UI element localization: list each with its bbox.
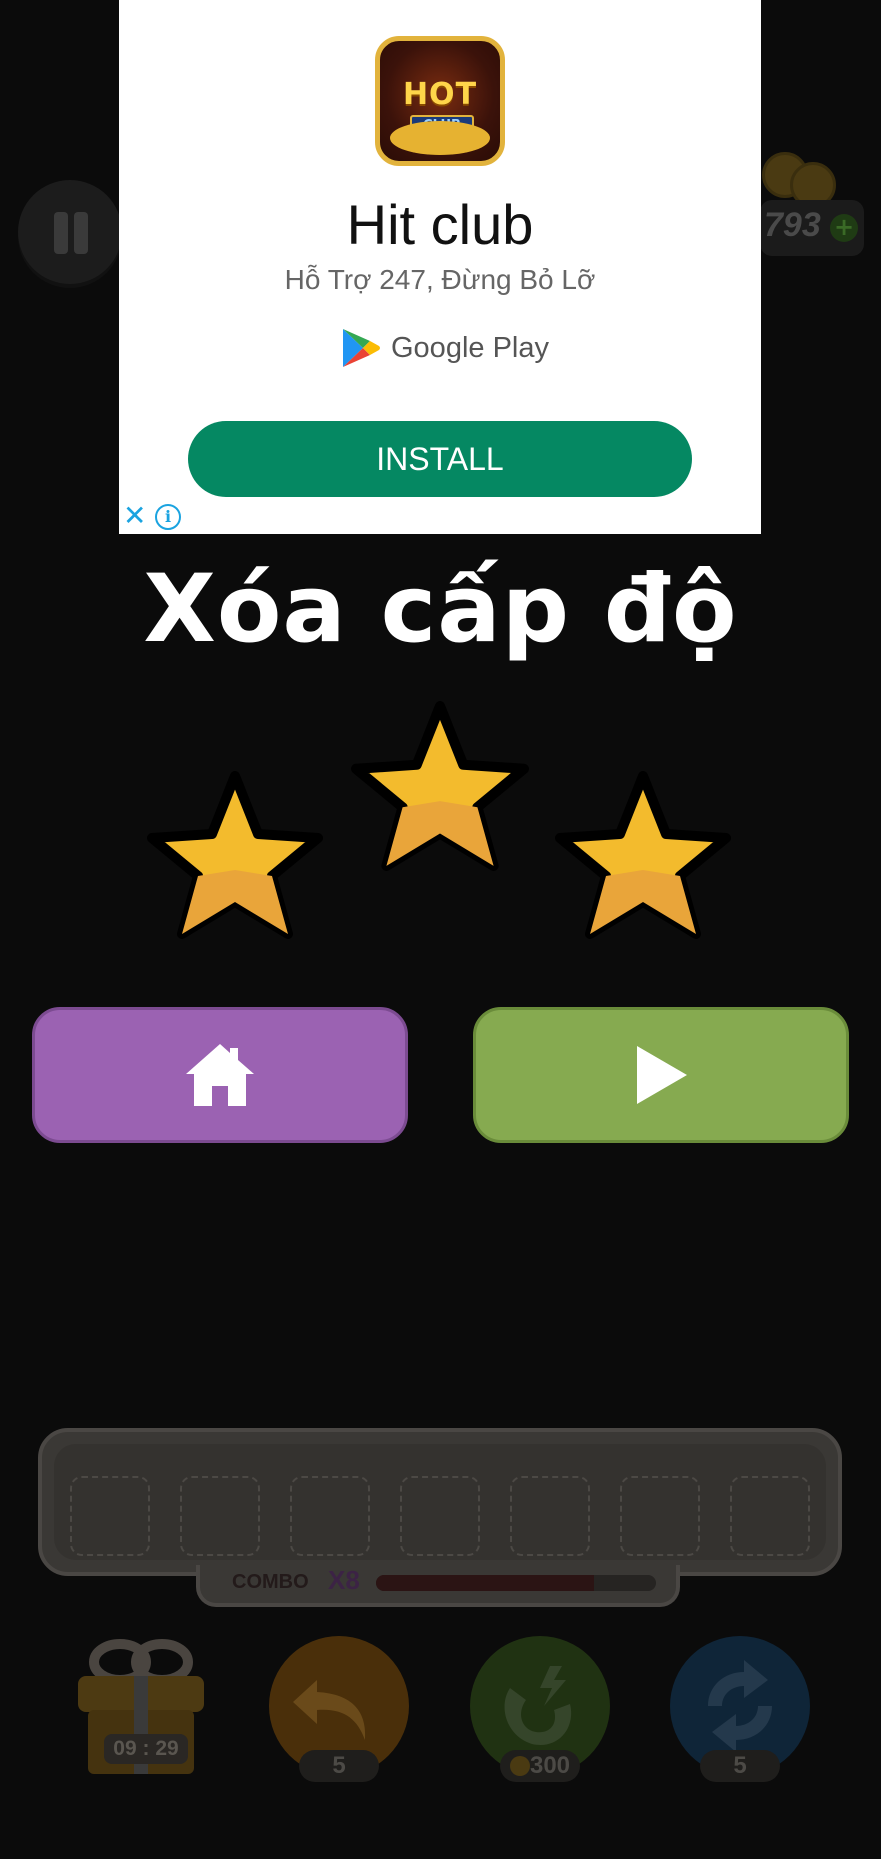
home-icon	[186, 1044, 254, 1106]
app-logo-word: HOT	[402, 77, 478, 112]
ad-tagline: Hỗ Trợ 247, Đừng Bỏ Lỡ	[284, 264, 596, 295]
google-play-badge: Google Play	[341, 326, 549, 370]
pause-button[interactable]	[18, 180, 122, 284]
coin-icon	[509, 1756, 530, 1776]
coin-counter: 793 +	[760, 200, 864, 256]
combo-meter: COMBO X8	[196, 1565, 680, 1607]
combo-multiplier: X8	[328, 1565, 360, 1595]
close-icon[interactable]: ✕	[123, 502, 146, 530]
star-icon-left	[147, 771, 323, 939]
tray-slot	[510, 1476, 590, 1556]
gift-box[interactable]: 09 : 29	[74, 1628, 208, 1778]
magnet-button[interactable]: 300	[470, 1636, 610, 1782]
tray-slot	[180, 1476, 260, 1556]
tray-slot	[730, 1476, 810, 1556]
star-icon-center	[351, 701, 529, 871]
play-icon	[637, 1046, 687, 1104]
combo-progress-fill	[376, 1575, 595, 1591]
tray-inner	[54, 1444, 826, 1560]
gift-timer: 09 : 29	[104, 1734, 188, 1764]
tray-slot	[620, 1476, 700, 1556]
install-button[interactable]: INSTALL	[188, 421, 692, 497]
tray-slot	[400, 1476, 480, 1556]
combo-progress-bar	[376, 1575, 656, 1591]
combo-label: COMBO	[232, 1571, 309, 1593]
app-logo[interactable]: HOT CLUB	[375, 36, 505, 166]
pause-icon-bar	[74, 212, 88, 254]
home-button[interactable]	[32, 1007, 408, 1143]
info-icon[interactable]: i	[155, 504, 181, 530]
add-coins-icon[interactable]: +	[830, 214, 858, 242]
star-icon-right	[555, 771, 731, 939]
coin-count: 793	[764, 206, 821, 244]
shuffle-button[interactable]: 5	[670, 1636, 810, 1782]
coin-pile-graphic	[390, 121, 490, 155]
ad-app-name[interactable]: Hit club	[119, 192, 761, 257]
level-cleared-title: Xóa cấp độ	[143, 555, 738, 664]
shuffle-count: 5	[700, 1750, 780, 1782]
tile-tray	[38, 1428, 842, 1576]
store-name: Google Play	[391, 331, 549, 364]
magnet-cost-value: 300	[529, 1752, 571, 1779]
ad-banner[interactable]: HOT CLUB Hit club Hỗ Trợ 247, Đừng Bỏ Lỡ…	[119, 0, 761, 534]
tray-slot	[70, 1476, 150, 1556]
pause-icon	[54, 212, 68, 254]
undo-count: 5	[299, 1750, 379, 1782]
tray-slot	[290, 1476, 370, 1556]
magnet-cost: 300	[500, 1750, 580, 1782]
google-play-icon	[343, 329, 380, 367]
undo-button[interactable]: 5	[269, 1636, 409, 1782]
next-level-button[interactable]	[473, 1007, 849, 1143]
